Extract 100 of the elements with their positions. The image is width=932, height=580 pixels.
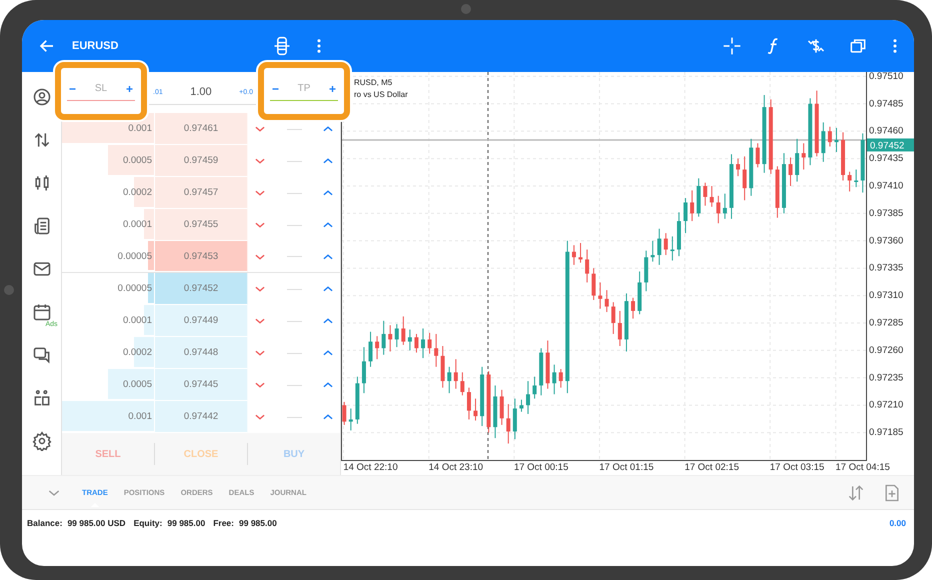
candlestick — [532, 376, 537, 400]
candlestick — [519, 399, 524, 412]
volume-label: 0.0005 — [122, 155, 152, 166]
minus-button[interactable]: − — [69, 82, 76, 96]
candlestick — [474, 398, 478, 422]
price-axis-label: 0.97235 — [869, 372, 904, 384]
candlestick — [348, 408, 353, 431]
candlestick — [558, 368, 563, 388]
account-label: Free: — [213, 518, 234, 528]
account-label: Balance: — [27, 518, 62, 528]
crosshair-icon[interactable] — [722, 36, 742, 56]
calendar-icon[interactable] — [32, 302, 52, 322]
time-axis-label: 14 Oct 22:10 — [343, 462, 398, 473]
candlestick — [552, 364, 556, 395]
candlestick — [362, 346, 366, 394]
volume-label: 0.0001 — [122, 315, 152, 326]
candlestick — [828, 126, 832, 148]
price-axis-label: 0.97410 — [869, 180, 904, 192]
sort-arrows-icon[interactable] — [846, 482, 866, 502]
price-cell: 0.97452 — [155, 273, 248, 305]
candlestick — [512, 398, 517, 440]
candlestick — [716, 195, 720, 224]
candlestick — [690, 190, 694, 222]
profit-value: 0.00 — [889, 518, 906, 528]
price-axis-label: 0.97210 — [869, 400, 904, 411]
account-value: 99 985.00 — [167, 518, 206, 528]
candlestick — [466, 387, 471, 420]
minus-button[interactable]: − — [272, 82, 280, 96]
candlestick — [657, 228, 662, 266]
candlestick — [401, 316, 406, 346]
account-circle-icon[interactable] — [32, 87, 52, 107]
price-cell: 0.97455 — [155, 209, 248, 241]
candlestick — [414, 333, 418, 354]
volume-label: 0.0001 — [122, 219, 152, 230]
volume-label: 0.0002 — [122, 347, 152, 358]
volume-label: 0.001 — [128, 123, 152, 134]
volume-label: 0.00005 — [118, 250, 152, 262]
candlestick — [834, 127, 838, 153]
price-axis-label: 0.97385 — [869, 208, 904, 219]
candlestick — [650, 240, 655, 262]
dash-mark — [286, 352, 302, 354]
candlestick — [756, 142, 760, 168]
people-icon[interactable] — [32, 388, 52, 408]
stop-loss-field[interactable]: − SL + — [55, 62, 147, 120]
candlestick — [788, 156, 793, 186]
candlestick — [710, 185, 714, 208]
dash-mark — [286, 320, 302, 322]
price-axis-label: 0.97185 — [869, 427, 904, 438]
dash-mark — [286, 384, 302, 386]
volume-value: 1.00 — [190, 86, 212, 98]
price-cell: 0.97442 — [155, 401, 248, 433]
price-axis-label: 0.97360 — [869, 235, 904, 246]
price-axis-label: 0.97260 — [869, 344, 904, 356]
candlestick — [447, 366, 452, 394]
chart-description-label: ro vs US Dollar — [354, 90, 408, 99]
account-label: Equity: — [134, 518, 162, 528]
chat-icon[interactable] — [32, 345, 52, 365]
time-axis-label: 17 Oct 01:15 — [599, 462, 654, 473]
time-axis-label: 17 Oct 04:15 — [836, 462, 890, 473]
plus-button[interactable]: + — [328, 82, 336, 96]
price-axis-label: 0.97510 — [869, 72, 904, 82]
plus-button[interactable]: + — [126, 82, 133, 96]
candlestick — [684, 198, 688, 234]
volume-label: 0.001 — [128, 411, 152, 422]
time-axis-label: 17 Oct 00:15 — [514, 462, 568, 473]
price-cell: 0.97449 — [155, 305, 248, 337]
take-profit-field[interactable]: − TP + — [258, 62, 350, 120]
candlestick — [742, 156, 747, 201]
account-value: 99 985.00 — [239, 518, 277, 528]
volume-label: 0.00005 — [118, 283, 152, 294]
candlestick — [585, 249, 590, 283]
candlestick — [795, 138, 800, 182]
stack-icon[interactable] — [272, 36, 292, 56]
symbol-title: EURUSD — [72, 40, 118, 52]
price-axis-label: 0.97460 — [869, 126, 904, 137]
ref-line-label: 0.97452 — [870, 140, 904, 152]
dash-mark — [286, 128, 302, 130]
candlestick — [802, 142, 806, 170]
news-icon[interactable] — [32, 216, 52, 236]
current-price-tag: 0.97452 — [867, 138, 914, 152]
price-cell: 0.97457 — [155, 177, 248, 209]
candlestick — [598, 282, 602, 310]
camera-dot — [461, 4, 471, 14]
candlestick — [421, 328, 426, 359]
time-axis-label: 14 Oct 23:10 — [428, 462, 484, 473]
dash-mark — [286, 416, 302, 418]
candlestick — [506, 404, 510, 444]
candlestick — [394, 324, 399, 348]
time-axis-label: 17 Oct 03:15 — [770, 462, 824, 473]
candlestick — [848, 171, 852, 192]
settings-icon[interactable] — [32, 431, 52, 451]
candlestick — [821, 122, 826, 162]
candlestick — [408, 329, 412, 351]
field-label: SL — [94, 83, 108, 94]
volume-label: 0.0002 — [122, 187, 152, 198]
candlestick — [382, 320, 386, 356]
price-axis-label: 0.97435 — [869, 153, 904, 164]
candlestick — [618, 310, 622, 347]
price-axis-label: 0.97310 — [869, 290, 904, 302]
volume-label: 0.0005 — [122, 379, 152, 390]
